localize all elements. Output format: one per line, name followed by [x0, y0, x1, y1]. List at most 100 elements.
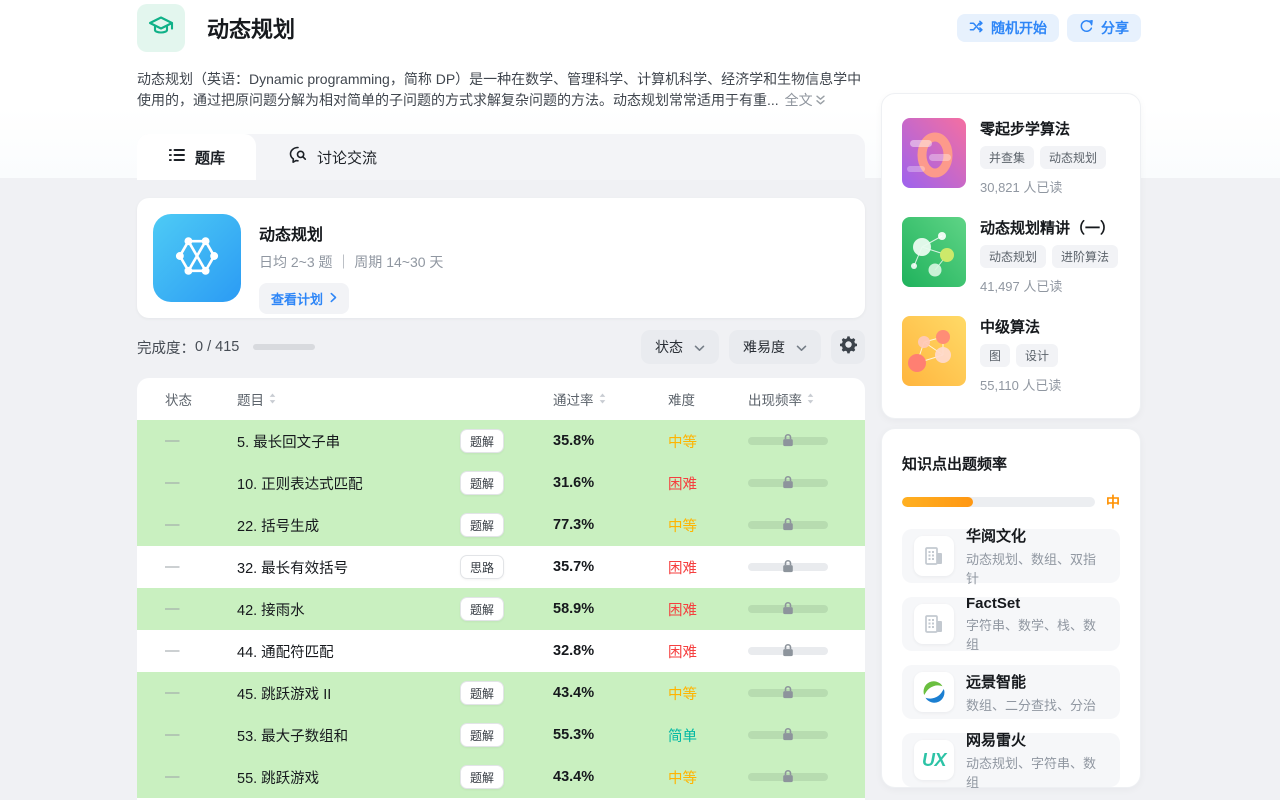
table-row[interactable]: —22. 括号生成题解77.3%中等 [137, 504, 865, 546]
pass-rate: 77.3% [553, 517, 668, 533]
solution-badge[interactable]: 题解 [460, 723, 504, 747]
frequency-cell[interactable] [748, 437, 865, 445]
header-title-sort[interactable]: 题目 [237, 389, 460, 409]
company-info: 网易雷火动态规划、字符串、数组 [966, 729, 1108, 791]
header-frequency-sort[interactable]: 出现频率 [748, 389, 865, 409]
company-name: 华阅文化 [966, 525, 1108, 546]
frequency-locked-bar[interactable] [748, 563, 828, 571]
settings-button[interactable] [831, 330, 865, 364]
book-info: 零起步学算法并查集动态规划30,821 人已读 [980, 118, 1106, 196]
badge-cell: 题解 [460, 597, 553, 621]
book-tag[interactable]: 动态规划 [980, 245, 1046, 268]
page-title: 动态规划 [207, 12, 295, 44]
problem-title[interactable]: 44. 通配符匹配 [237, 641, 460, 662]
chevron-down-icon [796, 339, 807, 355]
difficulty-filter-label: 难易度 [743, 337, 785, 357]
tab-problem-list[interactable]: 题库 [137, 134, 256, 180]
frequency-cell[interactable] [748, 521, 865, 529]
book-item[interactable]: 中级算法图设计55,110 人已读 [902, 316, 1120, 394]
double-chevron-down-icon [813, 92, 826, 108]
frequency-locked-bar[interactable] [748, 773, 828, 781]
sort-icon [807, 392, 814, 407]
tab-discussion[interactable]: 讨论交流 [258, 134, 408, 180]
book-item[interactable]: 零起步学算法并查集动态规划30,821 人已读 [902, 118, 1120, 196]
badge-cell: 题解 [460, 513, 553, 537]
frequency-locked-bar[interactable] [748, 689, 828, 697]
problem-title[interactable]: 10. 正则表达式匹配 [237, 473, 460, 494]
badge-cell: 思路 [460, 555, 553, 579]
frequency-locked-bar[interactable] [748, 731, 828, 739]
book-tag[interactable]: 图 [980, 344, 1010, 367]
problem-title[interactable]: 22. 括号生成 [237, 515, 460, 536]
company-item[interactable]: UX网易雷火动态规划、字符串、数组 [902, 733, 1120, 787]
frequency-locked-bar[interactable] [748, 479, 828, 487]
frequency-locked-bar[interactable] [748, 647, 828, 655]
book-tag[interactable]: 设计 [1016, 344, 1058, 367]
table-row[interactable]: —5. 最长回文子串题解35.8%中等 [137, 420, 865, 462]
lock-icon [782, 517, 795, 532]
frequency-track [902, 497, 1095, 507]
problem-title[interactable]: 53. 最大子数组和 [237, 725, 460, 746]
book-cover-art [902, 217, 966, 287]
table-row[interactable]: —53. 最大子数组和题解55.3%简单 [137, 714, 865, 756]
pass-rate: 55.3% [553, 727, 668, 743]
frequency-cell[interactable] [748, 605, 865, 613]
table-row[interactable]: —42. 接雨水题解58.9%困难 [137, 588, 865, 630]
frequency-cell[interactable] [748, 731, 865, 739]
frequency-cell[interactable] [748, 479, 865, 487]
solution-badge[interactable]: 题解 [460, 597, 504, 621]
company-item[interactable]: 远景智能数组、二分查找、分治 [902, 665, 1120, 719]
company-item[interactable]: FactSet字符串、数学、栈、数组 [902, 597, 1120, 651]
expand-description-link[interactable]: 全文 [785, 92, 826, 108]
solution-badge[interactable]: 题解 [460, 471, 504, 495]
book-tag[interactable]: 动态规划 [1040, 146, 1106, 169]
solution-badge[interactable]: 思路 [460, 555, 504, 579]
book-item[interactable]: 动态规划精讲（一）动态规划进阶算法41,497 人已读 [902, 217, 1120, 295]
solution-badge[interactable]: 题解 [460, 429, 504, 453]
share-button[interactable]: 分享 [1067, 14, 1141, 42]
frequency-cell[interactable] [748, 689, 865, 697]
knowledge-frequency-card: 知识点出题频率 中 华阅文化动态规划、数组、双指针FactSet字符串、数学、栈… [881, 428, 1141, 788]
frequency-cell[interactable] [748, 563, 865, 571]
table-row[interactable]: —32. 最长有效括号思路35.7%困难 [137, 546, 865, 588]
problem-title[interactable]: 32. 最长有效括号 [237, 557, 460, 578]
solution-badge[interactable]: 题解 [460, 765, 504, 789]
view-plan-button[interactable]: 查看计划 [259, 283, 349, 314]
frequency-cell[interactable] [748, 773, 865, 781]
header-passrate-label: 通过率 [553, 389, 594, 409]
status-cell: — [137, 433, 237, 449]
table-row[interactable]: —10. 正则表达式匹配题解31.6%困难 [137, 462, 865, 504]
header-title-label: 题目 [237, 389, 264, 409]
frequency-locked-bar[interactable] [748, 521, 828, 529]
problem-title[interactable]: 5. 最长回文子串 [237, 431, 460, 452]
expand-label: 全文 [785, 92, 813, 108]
solution-badge[interactable]: 题解 [460, 513, 504, 537]
header-passrate-sort[interactable]: 通过率 [553, 389, 668, 409]
frequency-cell[interactable] [748, 647, 865, 655]
study-plan-card[interactable]: 动态规划 日均 2~3 题 ｜ 周期 14~30 天 查看计划 [137, 198, 865, 318]
company-item[interactable]: 华阅文化动态规划、数组、双指针 [902, 529, 1120, 583]
frequency-locked-bar[interactable] [748, 437, 828, 445]
random-start-button[interactable]: 随机开始 [957, 14, 1059, 42]
book-cover-art [902, 118, 966, 188]
table-row[interactable]: —45. 跳跃游戏 II题解43.4%中等 [137, 672, 865, 714]
problem-title[interactable]: 42. 接雨水 [237, 599, 460, 620]
status-filter-select[interactable]: 状态 [641, 330, 719, 364]
difficulty-filter-select[interactable]: 难易度 [729, 330, 821, 364]
envision-swirl-icon [921, 679, 947, 705]
problem-title[interactable]: 55. 跳跃游戏 [237, 767, 460, 788]
graduation-cap-icon [146, 11, 176, 46]
difficulty-label: 困难 [668, 557, 748, 578]
shuffle-icon [969, 19, 984, 37]
frequency-locked-bar[interactable] [748, 605, 828, 613]
solution-badge[interactable]: 题解 [460, 681, 504, 705]
list-icon [168, 147, 186, 167]
plan-info: 动态规划 日均 2~3 题 ｜ 周期 14~30 天 查看计划 [259, 214, 443, 302]
table-row[interactable]: —55. 跳跃游戏题解43.4%中等 [137, 756, 865, 798]
problem-title[interactable]: 45. 跳跃游戏 II [237, 683, 460, 704]
status-cell: — [137, 517, 237, 533]
book-tag[interactable]: 并查集 [980, 146, 1034, 169]
company-topics: 数组、二分查找、分治 [966, 695, 1096, 714]
book-tag[interactable]: 进阶算法 [1052, 245, 1118, 268]
table-row[interactable]: —44. 通配符匹配32.8%困难 [137, 630, 865, 672]
